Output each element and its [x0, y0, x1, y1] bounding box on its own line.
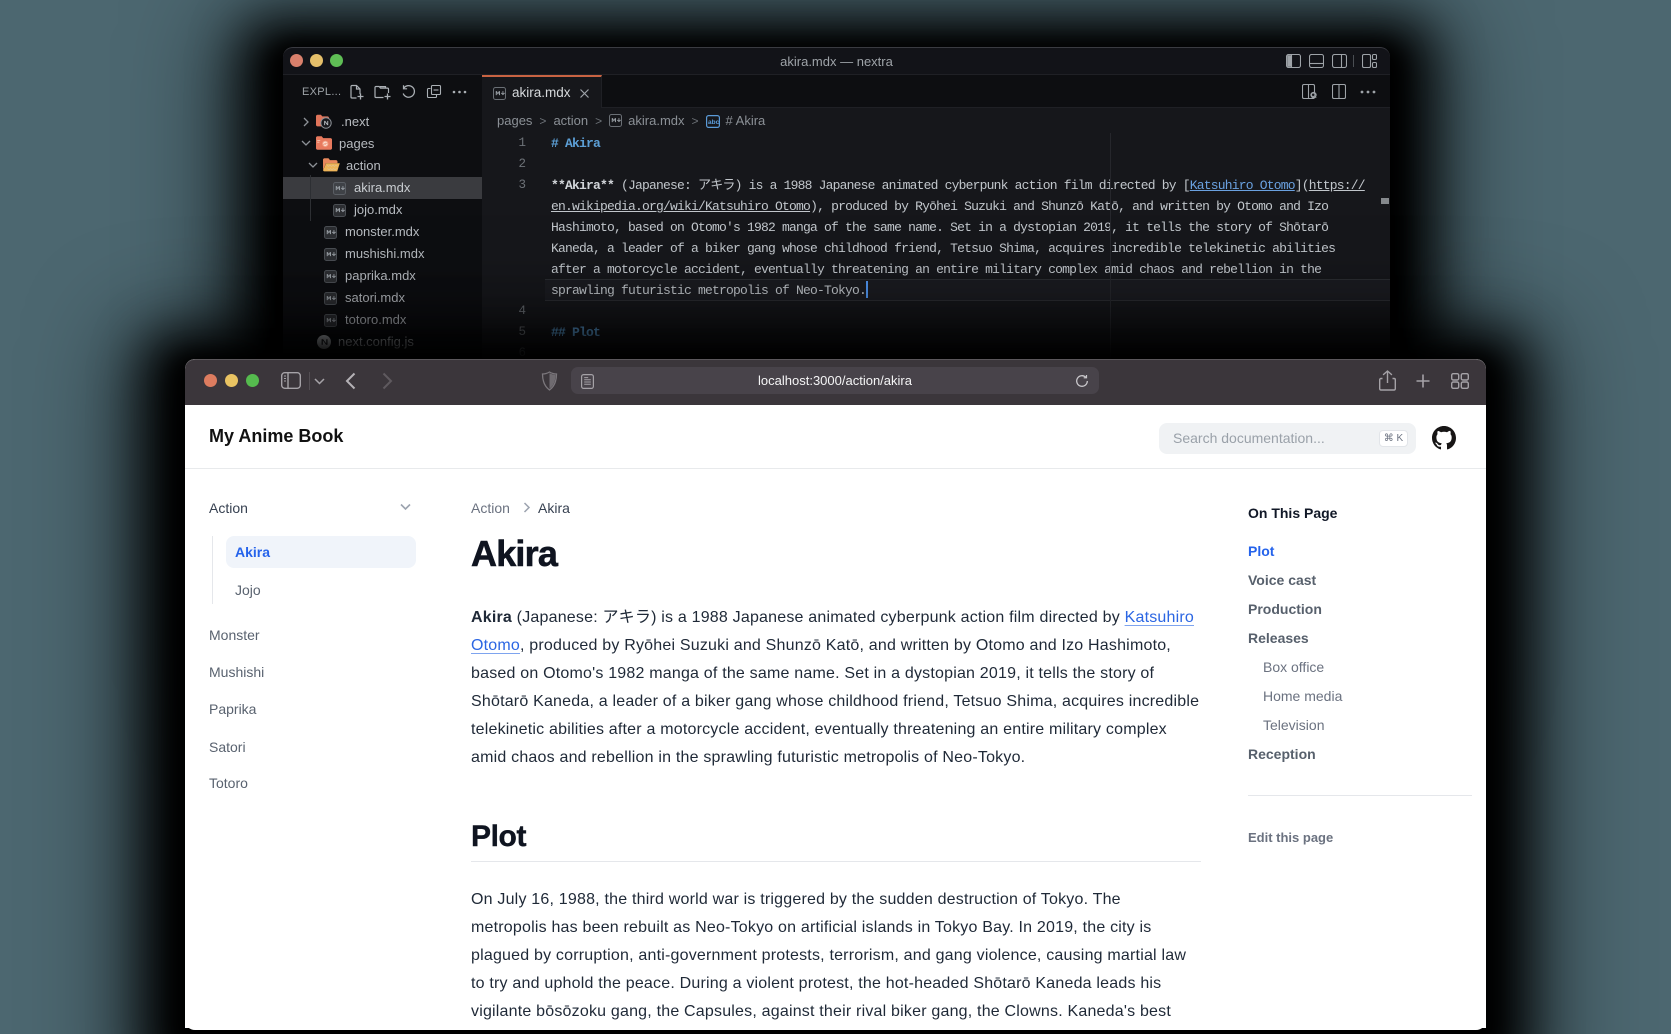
svg-text:abc: abc: [708, 119, 720, 126]
